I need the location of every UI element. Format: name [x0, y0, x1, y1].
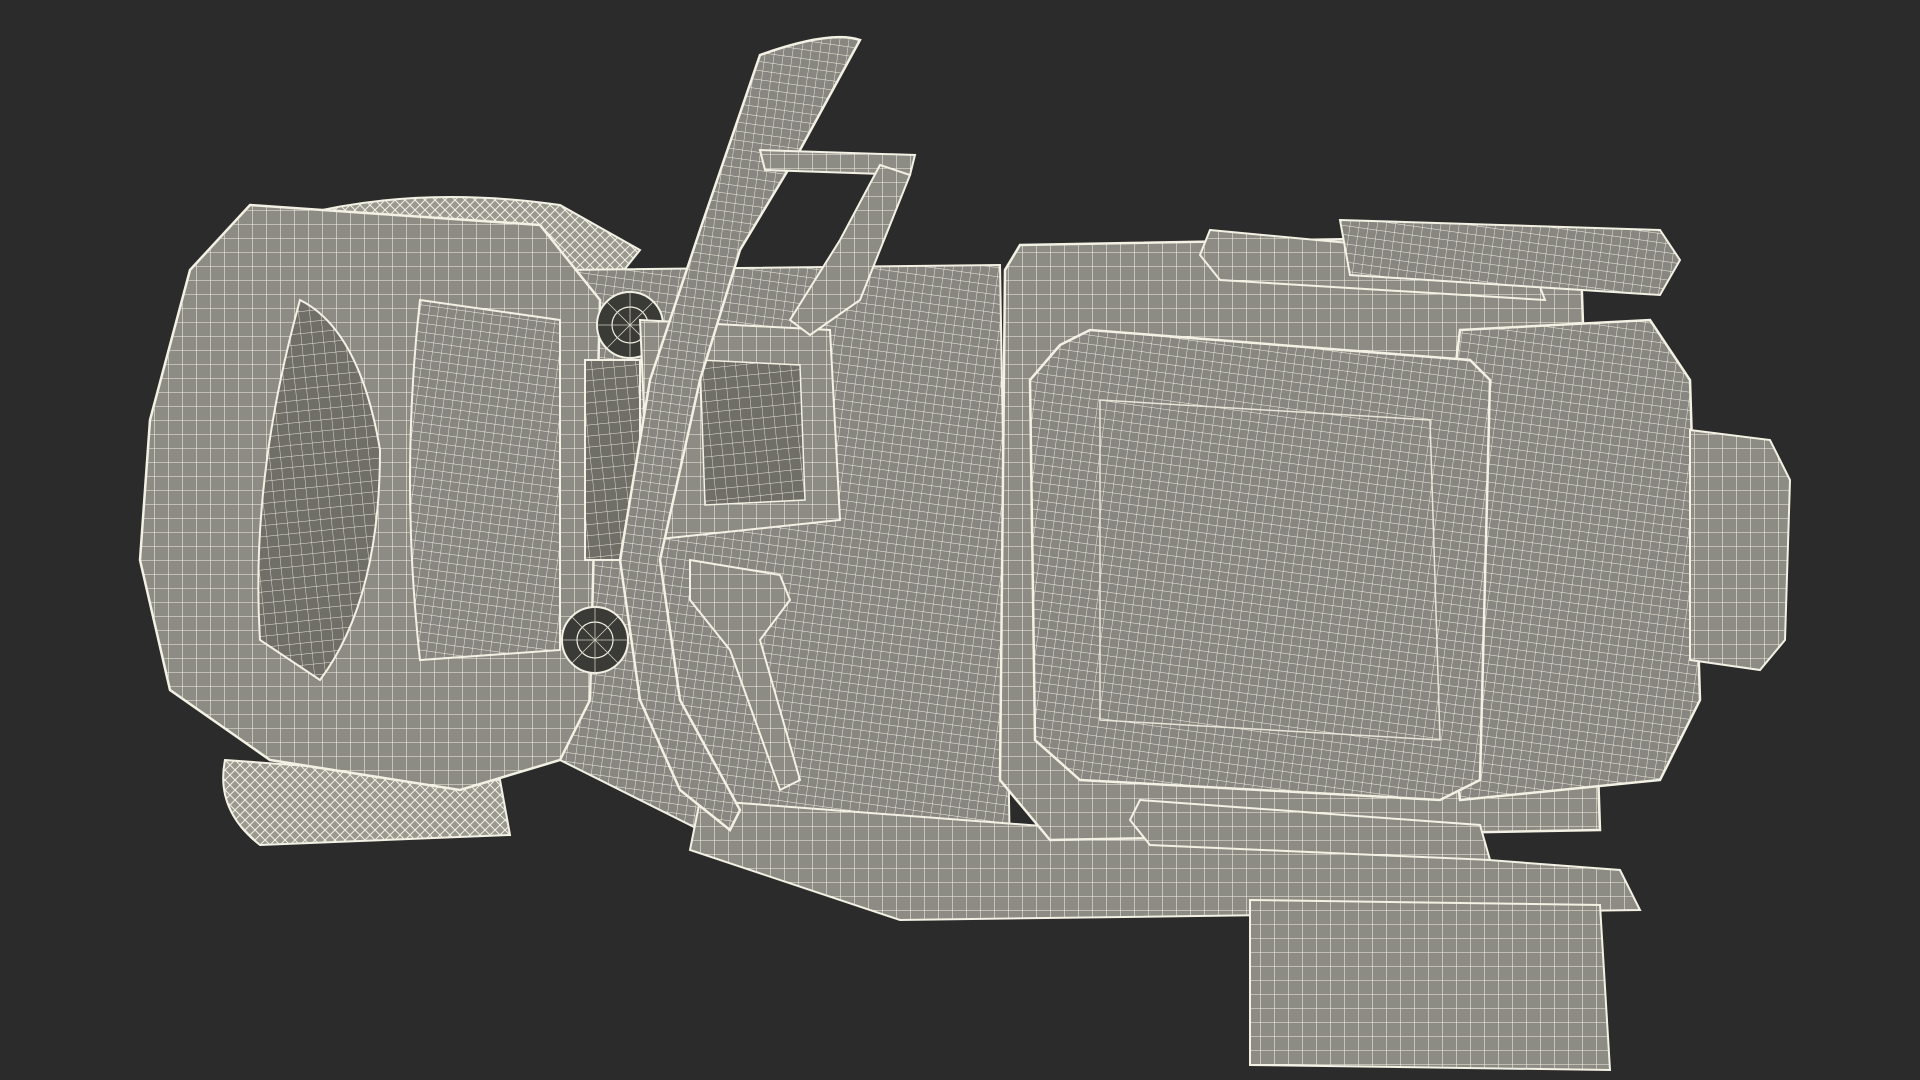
- front-hood: [138, 203, 602, 792]
- rear-bumper: [1249, 898, 1612, 1072]
- 3d-viewport: [0, 0, 1920, 1080]
- seat-back: [1443, 318, 1792, 802]
- wireframe-render: [138, 35, 1792, 1072]
- seat-cushion: [1028, 328, 1492, 802]
- headlight-right: [561, 606, 629, 674]
